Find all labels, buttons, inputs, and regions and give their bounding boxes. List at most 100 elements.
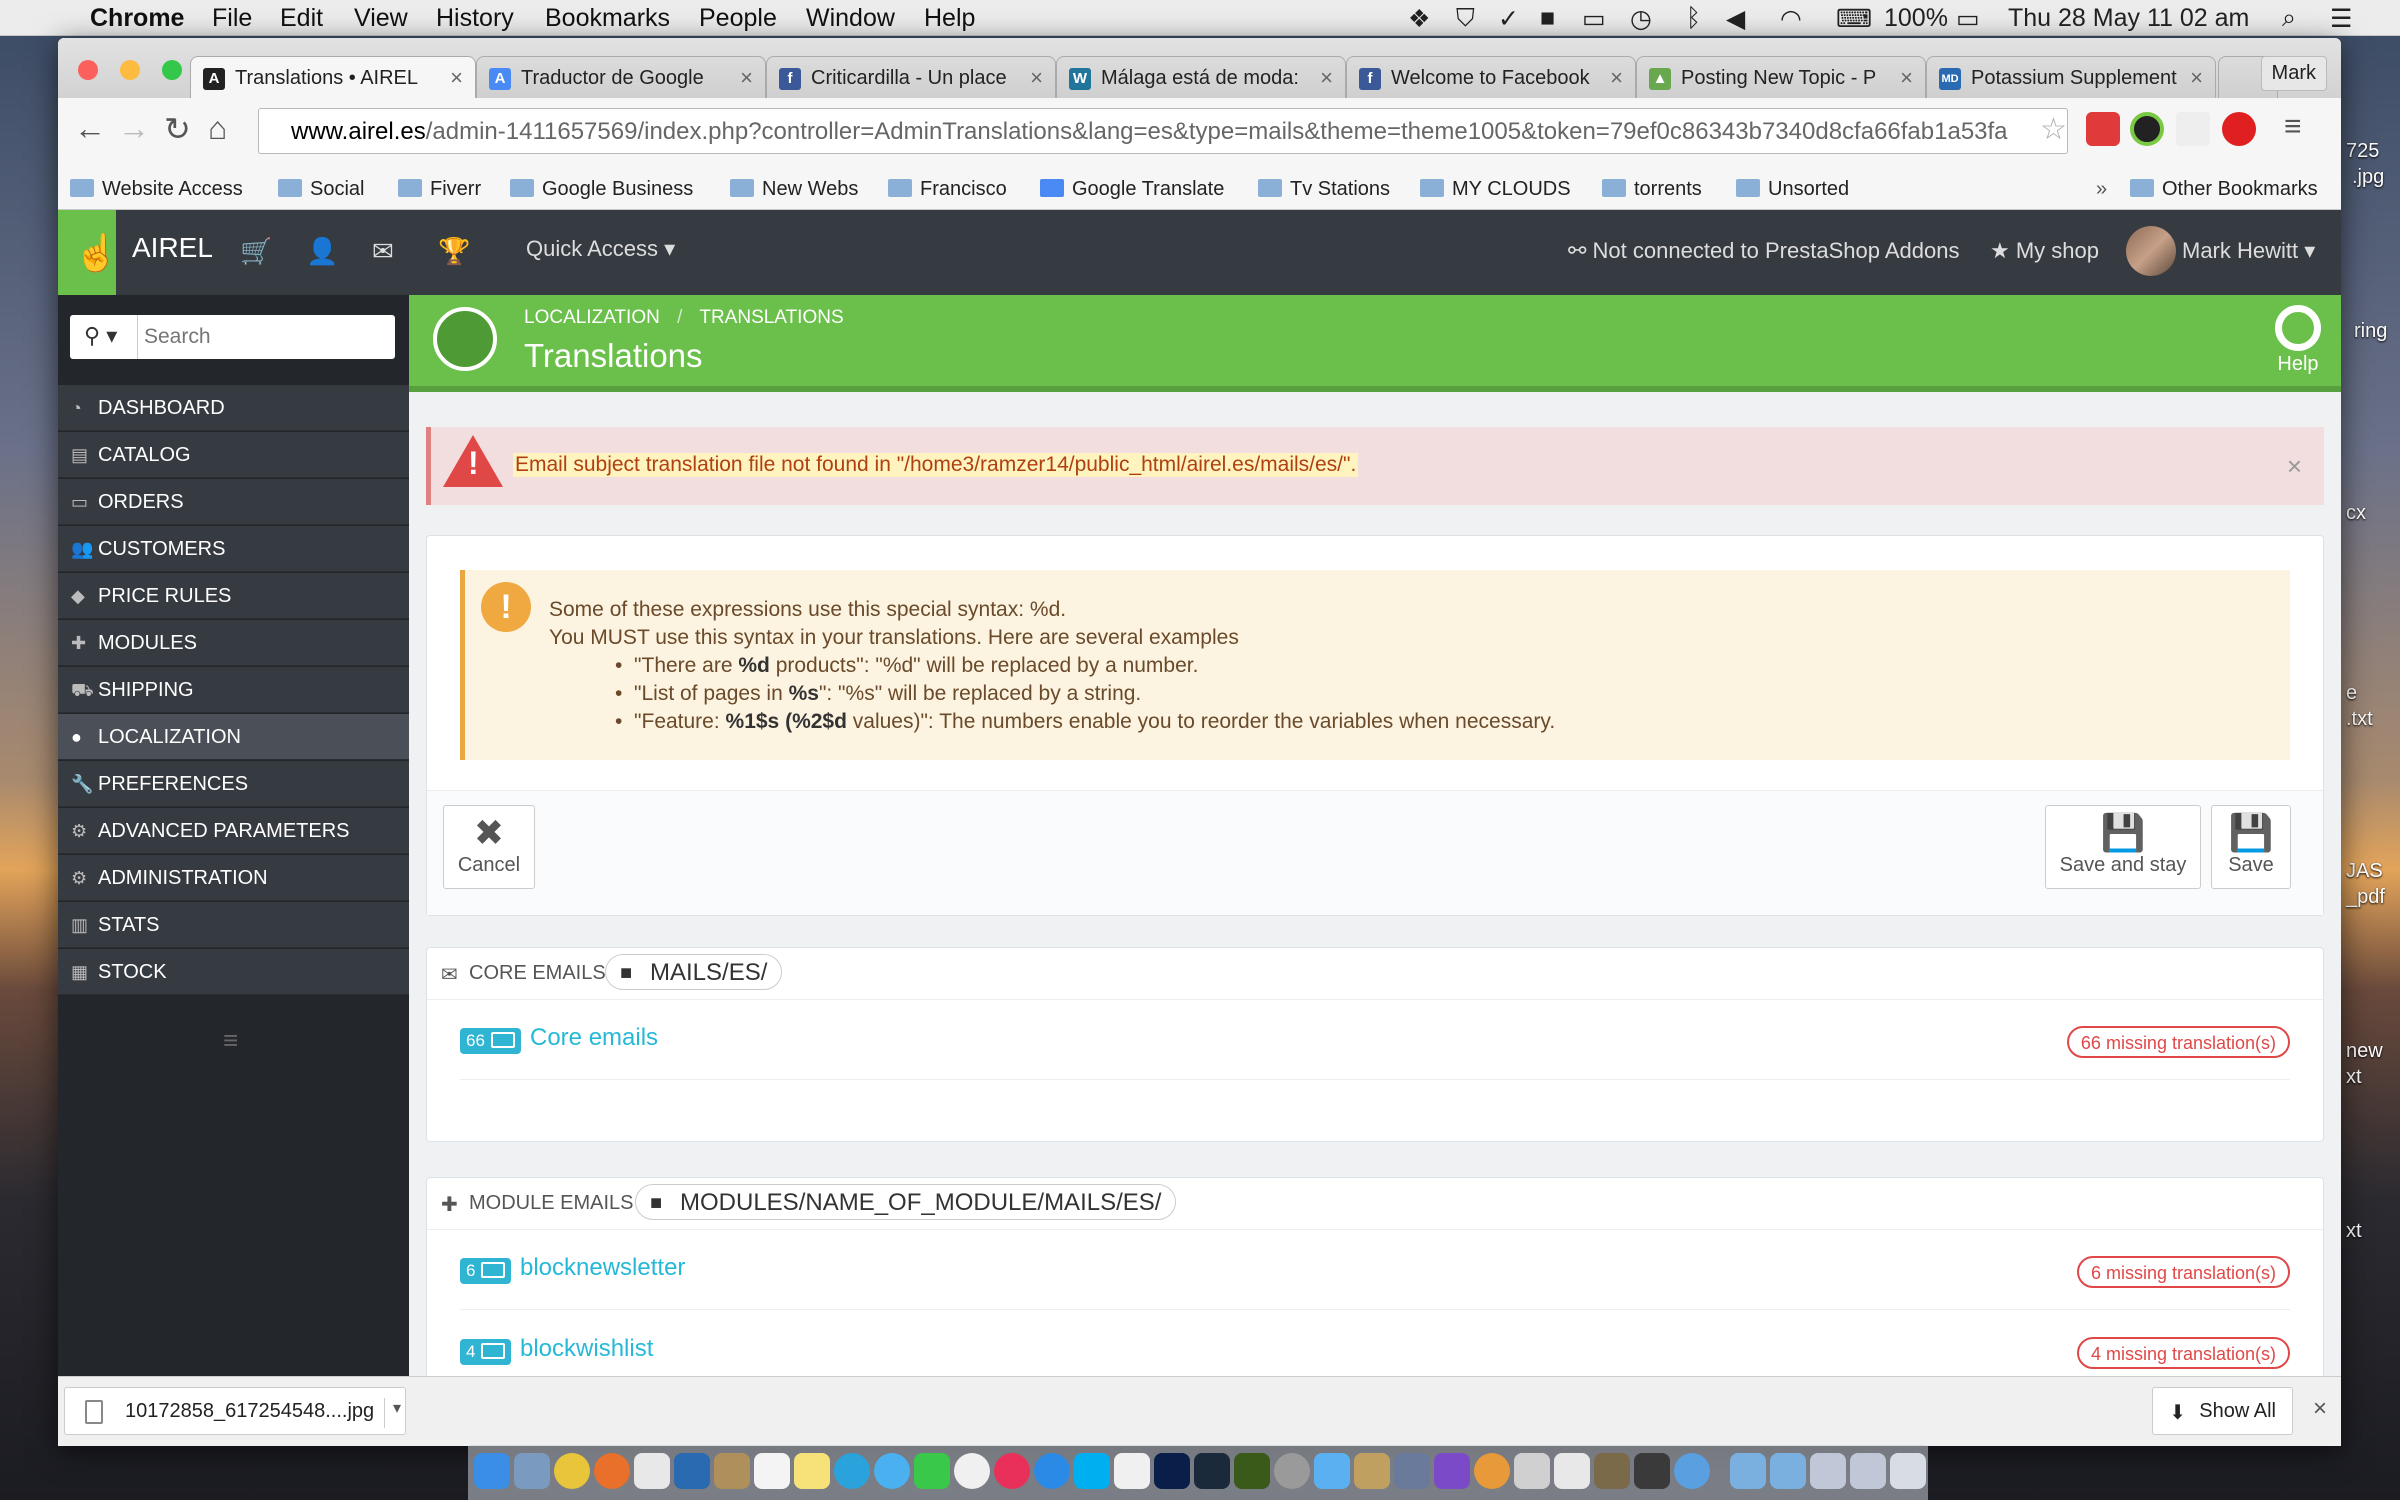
volume-icon[interactable]: ◀ [1726,4,1745,34]
tab-criticardilla[interactable]: f Criticardilla - Un place × [766,56,1056,98]
sidebar-item-price-rules[interactable]: ◆ Price Rules [58,573,409,619]
email-group-link[interactable]: Core emails [530,1024,658,1052]
notification-center-icon[interactable]: ☰ [2330,4,2352,34]
download-item[interactable]: 10172858_617254548....jpg ▾ [64,1387,406,1435]
sidebar-item-administration[interactable]: ⚙ Administration [58,855,409,901]
close-tab-icon[interactable]: × [1610,65,1623,91]
close-tab-icon[interactable]: × [2190,65,2203,91]
contacts-icon[interactable] [714,1453,750,1489]
collapse-sidebar-icon[interactable]: ≡ [223,1025,238,1056]
close-tab-icon[interactable]: × [450,65,463,91]
bookmark-folder[interactable]: Fiverr [398,178,481,201]
reload-icon[interactable]: ↻ [164,110,191,148]
sidebar-item-stats[interactable]: ▥ Stats [58,902,409,948]
bookmark-folder[interactable]: Google Business [510,178,693,201]
close-tab-icon[interactable]: × [1900,65,1913,91]
close-tab-icon[interactable]: × [1030,65,1043,91]
chrome-menu-icon[interactable]: ≡ [2284,110,2302,144]
bookmarks-overflow-icon[interactable]: » [2096,178,2107,201]
photos-icon[interactable] [954,1453,990,1489]
profile-button[interactable]: Mark [2260,56,2327,91]
menu-app-name[interactable]: Chrome [90,4,184,33]
bookmark-folder[interactable]: Francisco [888,178,1007,201]
calendar-icon[interactable] [754,1453,790,1489]
menu-help[interactable]: Help [924,4,975,33]
quick-access-dropdown[interactable]: Quick Access ▾ [526,236,675,262]
my-shop-link[interactable]: ★ My shop [1990,238,2099,264]
save-and-stay-button[interactable]: 💾 Save and stay [2045,805,2201,889]
bookmark-folder[interactable]: New Webs [730,178,858,201]
address-bar[interactable]: www.airel.es/admin-1411657569/index.php?… [258,108,2068,154]
help-button[interactable]: Help [2275,305,2321,376]
messages-icon[interactable] [874,1453,910,1489]
close-window-button[interactable] [78,60,98,80]
close-tab-icon[interactable]: × [740,65,753,91]
wifi-icon[interactable]: ◠ [1780,4,1802,34]
tools-icon[interactable] [1594,1453,1630,1489]
star-app-icon[interactable] [1434,1453,1470,1489]
documents-folder-icon[interactable] [1770,1453,1806,1489]
evernote-icon[interactable]: ■ [1540,4,1555,33]
envelope-icon[interactable]: ✉ [372,236,394,267]
itunes-icon[interactable] [994,1453,1030,1489]
sidebar-item-stock[interactable]: ▦ Stock [58,949,409,995]
dreamweaver-icon[interactable] [1234,1453,1270,1489]
sidebar-item-preferences[interactable]: 🔧 Preferences [58,761,409,807]
bookmark-folder[interactable]: torrents [1602,178,1702,201]
sidebar-item-orders[interactable]: ▭ Orders [58,479,409,525]
sidebar-item-advanced-parameters[interactable]: ⚙ Advanced Parameters [58,808,409,854]
firefox-icon[interactable] [594,1453,630,1489]
sun-app-icon[interactable] [1474,1453,1510,1489]
adblock-plus-icon[interactable] [2222,112,2256,146]
menu-bookmarks[interactable]: Bookmarks [545,4,670,33]
show-all-downloads-button[interactable]: ⬇ Show All [2152,1387,2293,1435]
airplay-icon[interactable]: ▭ [1582,4,1606,34]
skype-icon[interactable] [1074,1453,1110,1489]
sidebar-item-catalog[interactable]: ▤ Catalog [58,432,409,478]
zoom-window-button[interactable] [162,60,182,80]
spotlight-search-icon[interactable]: ⌕ [2282,4,2296,33]
sidebar-item-customers[interactable]: 👥 Customers [58,526,409,572]
notes-icon[interactable] [794,1453,830,1489]
extension-icon[interactable] [2086,112,2120,146]
bookmark-folder[interactable]: Unsorted [1736,178,1849,201]
bookmark-link[interactable]: Google Translate [1040,178,1224,201]
email-group-link[interactable]: blocknewsletter [520,1254,685,1282]
menu-edit[interactable]: Edit [280,4,323,33]
menu-history[interactable]: History [436,4,514,33]
app-store-icon[interactable] [1034,1453,1070,1489]
launchpad-icon[interactable] [1394,1453,1430,1489]
search-input[interactable] [144,321,384,353]
safari-icon[interactable] [1674,1453,1710,1489]
breadcrumb-translations[interactable]: TRANSLATIONS [699,307,843,328]
telegram-icon[interactable] [834,1453,870,1489]
cloud-icon[interactable] [1314,1453,1350,1489]
tab-google-translate[interactable]: A Traductor de Google × [476,56,766,98]
applications-folder-icon[interactable] [1730,1453,1766,1489]
tab-potassium[interactable]: MD Potassium Supplement × [1926,56,2216,98]
addons-status-link[interactable]: ⚯ Not connected to PrestaShop Addons [1568,238,1959,264]
check-icon[interactable]: ✓ [1498,4,1519,34]
back-icon[interactable]: ← [74,110,106,147]
archive-utility-icon[interactable] [1354,1453,1390,1489]
sidebar-item-dashboard[interactable]: ◔ Dashboard [58,385,409,431]
extension-icon[interactable] [2176,112,2210,146]
menu-file[interactable]: File [212,4,252,33]
bookmark-star-icon[interactable]: ☆ [2040,112,2067,147]
menu-people[interactable]: People [699,4,777,33]
chrome-icon[interactable] [554,1453,590,1489]
word-icon[interactable] [674,1453,710,1489]
menu-view[interactable]: View [354,4,408,33]
keyboard-icon[interactable]: ⌨ [1836,4,1872,34]
finder-icon[interactable] [474,1453,510,1489]
extension-icon[interactable] [2130,112,2164,146]
time-machine-icon[interactable]: ◷ [1630,4,1652,34]
close-tab-icon[interactable]: × [1320,65,1333,91]
bookmark-folder[interactable]: Social [278,178,364,201]
prestashop-logo[interactable]: ☝ [58,210,119,295]
breadcrumb-localization[interactable]: LOCALIZATION [524,307,660,328]
downloads-stack-icon[interactable] [1810,1453,1846,1489]
lightroom-icon[interactable] [1194,1453,1230,1489]
preview-icon[interactable] [514,1453,550,1489]
tab-posting-topic[interactable]: ▲ Posting New Topic - P × [1636,56,1926,98]
